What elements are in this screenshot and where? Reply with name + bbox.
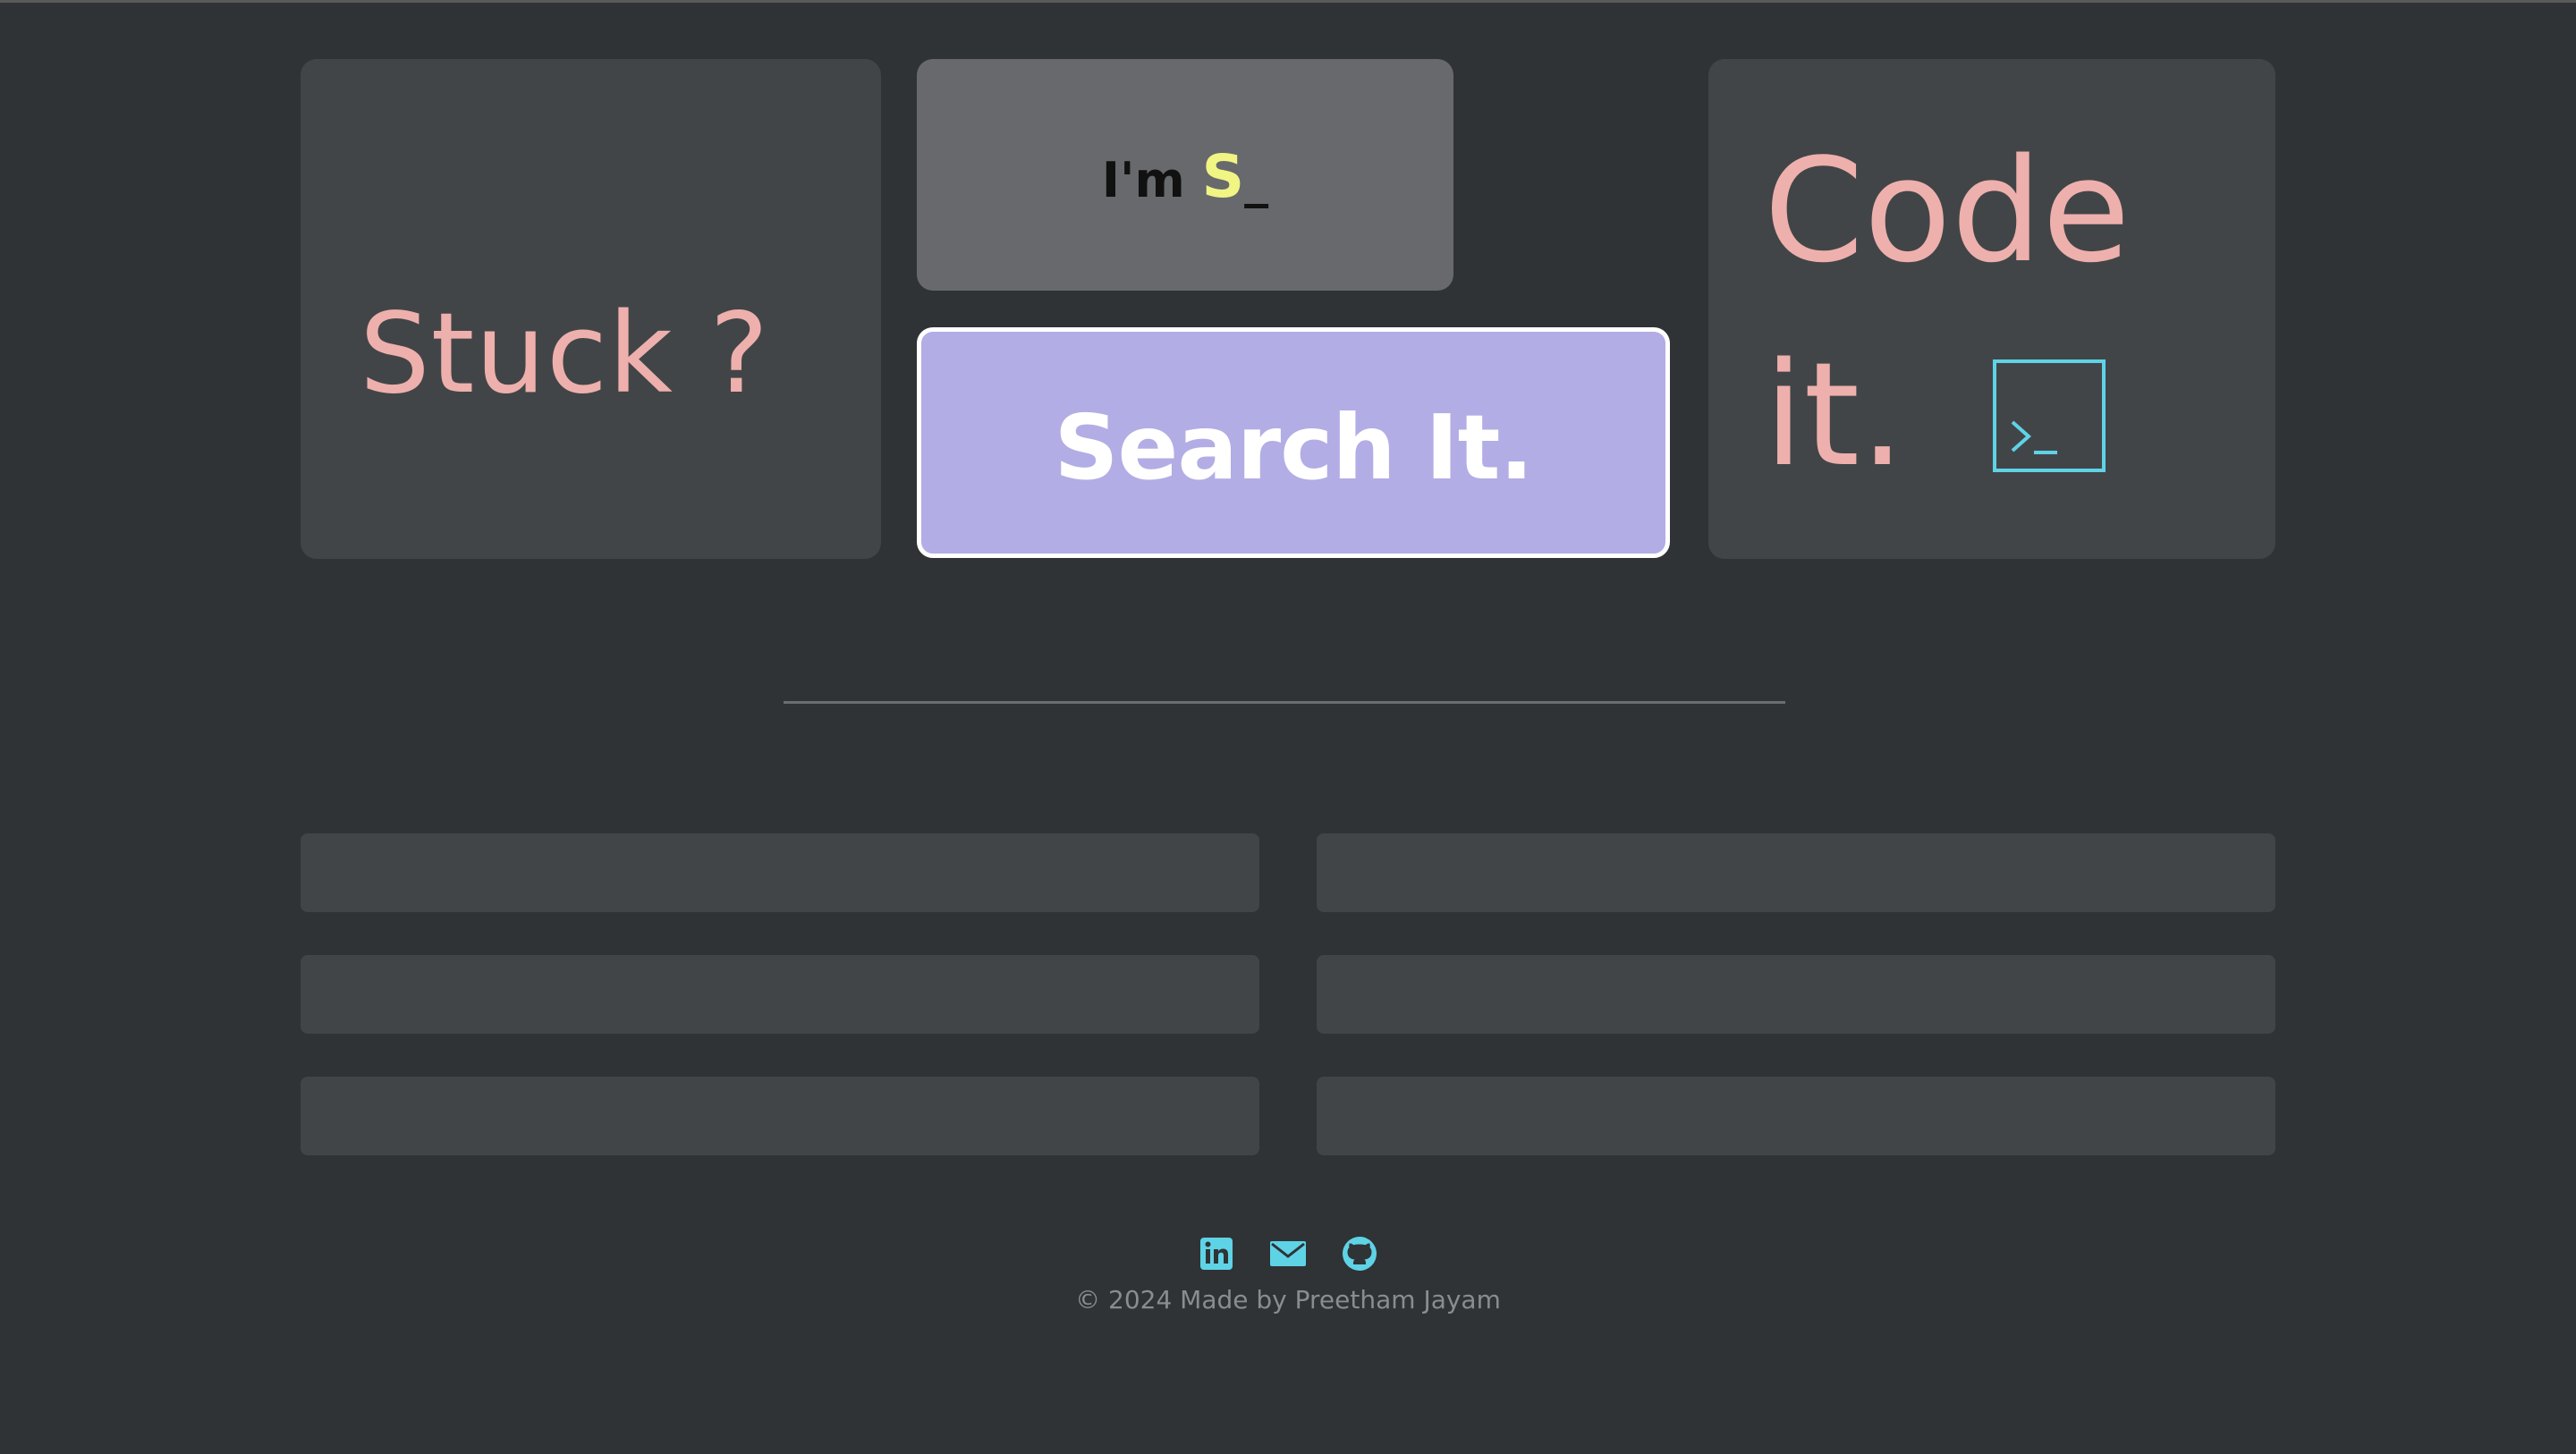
list-item[interactable] [301,955,1259,1034]
typing-card: I'm S_ [917,59,1453,291]
top-border [0,0,2576,3]
footer-copyright: © 2024 Made by Preetham Jayam [1075,1285,1501,1315]
section-divider [784,701,1785,704]
it-word: it. [1764,331,1906,498]
list-item[interactable] [1317,1077,2275,1155]
linkedin-icon[interactable] [1197,1234,1236,1273]
terminal-icon [1993,359,2106,472]
typing-line: I'm S_ [917,148,1453,209]
typing-letter: S [1201,142,1245,211]
list-item[interactable] [1317,833,2275,912]
code-word: Code [1764,127,2131,294]
mail-icon[interactable] [1268,1234,1308,1273]
search-it-button[interactable]: Search It. [917,327,1670,558]
typing-prefix: I'm [1101,152,1185,208]
list-item[interactable] [1317,955,2275,1034]
code-card: Code it. [1708,59,2275,559]
list-item[interactable] [301,1077,1259,1155]
stuck-heading: Stuck ? [360,290,770,418]
typing-cursor: _ [1244,152,1269,208]
search-it-label: Search It. [1054,395,1534,500]
list-item[interactable] [301,833,1259,912]
stuck-card: Stuck ? [301,59,881,559]
github-icon[interactable] [1340,1234,1379,1273]
